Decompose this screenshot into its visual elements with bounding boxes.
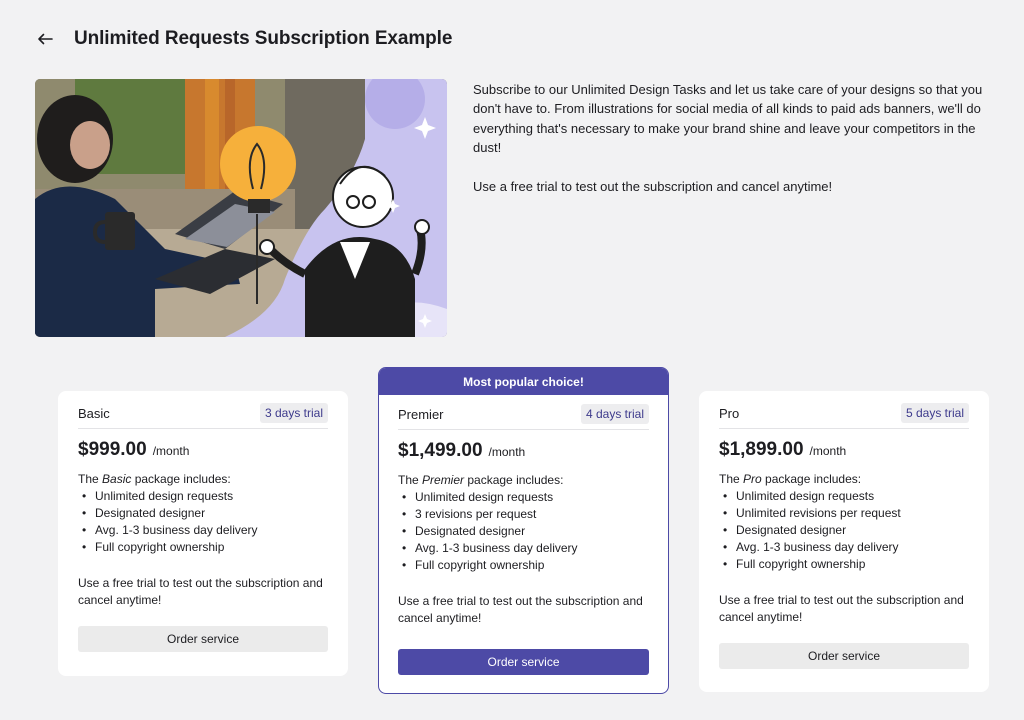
plan-period: /month [488,445,526,459]
plan-card-basic: Basic 3 days trial $999.00 /month The Ba… [58,391,348,676]
feature-item: Avg. 1-3 business day delivery [398,540,649,557]
plan-name: Pro [719,405,740,421]
order-service-button[interactable]: Order service [719,643,969,669]
popular-banner: Most popular choice! [379,368,668,395]
description: Subscribe to our Unlimited Design Tasks … [473,80,993,196]
feature-item: Avg. 1-3 business day delivery [719,539,969,556]
feature-item: Designated designer [398,523,649,540]
feature-item: Unlimited design requests [78,488,328,505]
includes-text: The Pro package includes: [719,472,862,486]
plan-period: /month [152,444,190,458]
back-button[interactable] [34,28,56,50]
plan-price: $1,899.00 [719,439,804,460]
plan-name: Premier [398,406,444,422]
divider [398,429,649,430]
page-title: Unlimited Requests Subscription Example [74,28,453,49]
feature-item: Designated designer [719,522,969,539]
includes-text: The Premier package includes: [398,473,564,487]
order-service-button[interactable]: Order service [78,626,328,652]
feature-item: Full copyright ownership [719,556,969,573]
trial-note: Use a free trial to test out the subscri… [719,593,964,624]
feature-list: Unlimited design requests Unlimited revi… [719,488,969,573]
trial-badge: 3 days trial [259,403,328,423]
plan-price: $999.00 [78,439,147,460]
arrow-left-icon [38,33,53,45]
description-paragraph: Use a free trial to test out the subscri… [473,178,833,194]
feature-item: 3 revisions per request [398,506,649,523]
order-service-button[interactable]: Order service [398,649,649,675]
description-paragraph: Subscribe to our Unlimited Design Tasks … [473,82,983,156]
feature-list: Unlimited design requests 3 revisions pe… [398,489,649,574]
divider [719,428,969,429]
feature-list: Unlimited design requests Designated des… [78,488,328,556]
divider [78,428,328,429]
feature-item: Unlimited design requests [398,489,649,506]
feature-item: Full copyright ownership [78,539,328,556]
feature-item: Unlimited revisions per request [719,505,969,522]
plan-price: $1,499.00 [398,440,483,461]
trial-note: Use a free trial to test out the subscri… [78,576,323,607]
plan-card-pro: Pro 5 days trial $1,899.00 /month The Pr… [699,391,989,692]
feature-item: Avg. 1-3 business day delivery [78,522,328,539]
trial-badge: 5 days trial [900,403,969,423]
feature-item: Unlimited design requests [719,488,969,505]
plan-card-premier: Most popular choice! Premier 4 days tria… [378,367,669,694]
plan-period: /month [809,444,847,458]
trial-badge: 4 days trial [580,404,649,424]
includes-text: The Basic package includes: [78,472,231,486]
feature-item: Designated designer [78,505,328,522]
feature-item: Full copyright ownership [398,557,649,574]
hero-image [35,79,447,337]
page-header: Unlimited Requests Subscription Example [34,28,452,50]
plan-name: Basic [78,405,110,421]
trial-note: Use a free trial to test out the subscri… [398,594,643,625]
